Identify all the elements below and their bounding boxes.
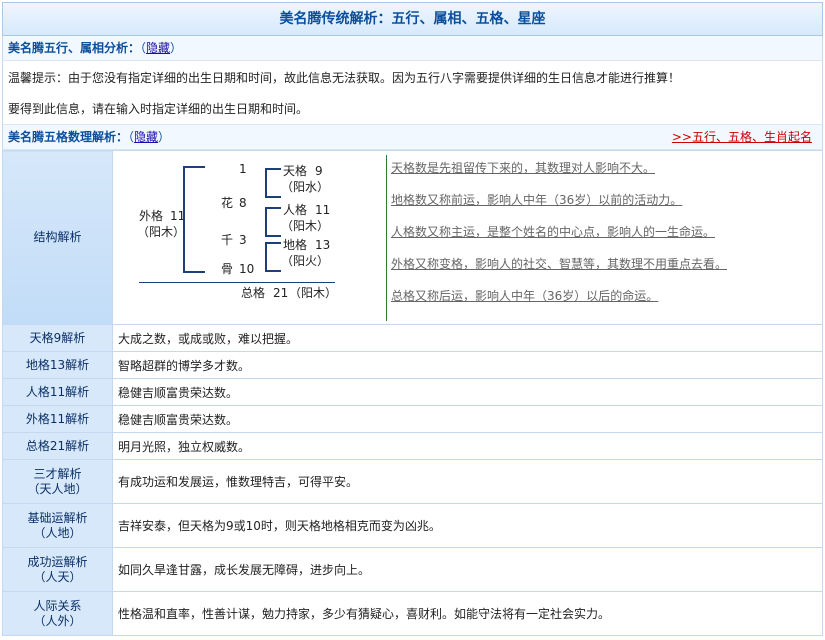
waige-bracket bbox=[183, 165, 185, 273]
tiange-name: 天格 bbox=[283, 163, 308, 178]
naming-link[interactable]: >>五行、五格、生肖起名 bbox=[672, 125, 812, 149]
renge-bracket-top bbox=[265, 206, 281, 209]
wuxing-tip-hint: 要得到此信息，请在输入时指定详细的出生日期和时间。 bbox=[2, 95, 823, 125]
zongge-name: 总格 bbox=[241, 285, 266, 300]
note-waige: 外格又称变格，影响人的社交、智慧等，其数理不用重点去看。 bbox=[391, 256, 728, 271]
wuxing-tip: 温馨提示：由于您没有指定详细的出生日期和时间，故此信息无法获取。因为五行八字需要… bbox=[2, 61, 823, 95]
table-row: 总格21解析 明月光照，独立权威数。 bbox=[2, 432, 823, 460]
row-label-main: 成功运解析 bbox=[27, 554, 88, 569]
waige-name: 外格 bbox=[139, 208, 164, 223]
zongge-element: （阳木） bbox=[289, 285, 338, 300]
char-1: 花 bbox=[221, 195, 234, 210]
table-row: 地格13解析 智略超群的博学多才数。 bbox=[2, 351, 823, 379]
row-label: 地格13解析 bbox=[2, 351, 113, 379]
row-label-sub: （人天） bbox=[33, 569, 82, 584]
tiange-bracket-top bbox=[265, 167, 281, 170]
row-value: 智略超群的博学多才数。 bbox=[112, 351, 823, 379]
tiange-number: 9 bbox=[315, 163, 323, 178]
row-label-main: 基础运解析 bbox=[27, 510, 88, 525]
structure-label: 结构解析 bbox=[2, 150, 113, 325]
row-label: 成功运解析 （人天） bbox=[2, 547, 113, 592]
table-row: 三才解析 （天人地） 有成功运和发展运，惟数理特吉，可得平安。 bbox=[2, 459, 823, 504]
row-value: 明月光照，独立权威数。 bbox=[112, 432, 823, 460]
row-value: 稳健吉顺富贵荣达数。 bbox=[112, 405, 823, 433]
table-row: 基础运解析 （人地） 吉祥安泰，但天格为9或10时，则天格地格相克而变为凶兆。 bbox=[2, 503, 823, 548]
tiange-element: （阳水） bbox=[281, 179, 330, 194]
note-tiange: 天格数是先祖留传下来的，其数理对人影响不大。 bbox=[391, 160, 656, 175]
row-label: 外格11解析 bbox=[2, 405, 113, 433]
paren-close: ） bbox=[170, 41, 183, 55]
dige-bracket-top bbox=[265, 241, 281, 244]
table-row: 成功运解析 （人天） 如同久旱逢甘露，成长发展无障碍，进步向上。 bbox=[2, 547, 823, 592]
wuge-diagram: 1 花 8 千 3 骨 10 外格 11 （阳木） 天格 9 （阳水） 人格 1… bbox=[113, 152, 822, 324]
row-value: 稳健吉顺富贵荣达数。 bbox=[112, 378, 823, 406]
structure-notes: 天格数是先祖留传下来的，其数理对人影响不大。 地格数又称前运，影响人中年（36岁… bbox=[386, 154, 816, 321]
row-label: 人格11解析 bbox=[2, 378, 113, 406]
waige-bracket-bottom bbox=[183, 270, 205, 273]
wuxing-section-title: 美名腾五行、属相分析： bbox=[8, 41, 141, 55]
structure-row: 结构解析 1 花 8 千 3 骨 10 外格 11 （阳木） 天格 9 （阳水） bbox=[2, 150, 823, 325]
page-title: 美名腾传统解析：五行、属相、五格、星座 bbox=[2, 2, 823, 36]
table-row: 人际关系 （人外） 性格温和直率，性善计谋，勉力持家，多少有猜疑心，喜财利。如能守… bbox=[2, 591, 823, 636]
wuge-table: 结构解析 1 花 8 千 3 骨 10 外格 11 （阳木） 天格 9 （阳水） bbox=[2, 150, 823, 636]
wuge-hide-link[interactable]: 隐藏 bbox=[134, 130, 158, 144]
note-dige: 地格数又称前运，影响人中年（36岁）以前的活动力。 bbox=[391, 192, 683, 207]
wuge-section-title: 美名腾五格数理解析： bbox=[8, 130, 129, 144]
char-2-number: 3 bbox=[239, 232, 247, 247]
dige-number: 13 bbox=[315, 237, 331, 252]
table-row: 外格11解析 稳健吉顺富贵荣达数。 bbox=[2, 405, 823, 433]
dige-element: （阳火） bbox=[281, 253, 330, 268]
table-row: 天格9解析 大成之数，或成或败，难以把握。 bbox=[2, 324, 823, 352]
waige-bracket-top bbox=[183, 165, 205, 168]
table-row: 人格11解析 稳健吉顺富贵荣达数。 bbox=[2, 378, 823, 406]
dige-bracket-bottom bbox=[265, 269, 281, 272]
renge-element: （阳木） bbox=[281, 218, 330, 233]
wuxing-hide-link[interactable]: 隐藏 bbox=[146, 41, 170, 55]
waige-element: （阳木） bbox=[137, 224, 186, 239]
zongge-number: 21 bbox=[273, 285, 289, 300]
row-label: 人际关系 （人外） bbox=[2, 591, 113, 636]
char-3: 骨 bbox=[221, 261, 234, 276]
wuxing-section-header: 美名腾五行、属相分析：（隐藏） bbox=[2, 36, 823, 61]
tiange-bracket bbox=[265, 167, 267, 198]
wuge-section-header: 美名腾五格数理解析：（隐藏） >>五行、五格、生肖起名 bbox=[2, 125, 823, 150]
structure-cell: 1 花 8 千 3 骨 10 外格 11 （阳木） 天格 9 （阳水） 人格 1… bbox=[112, 150, 823, 325]
note-zongge: 总格又称后运，影响人中年（36岁）以后的命运。 bbox=[391, 288, 659, 303]
row-label-sub: （天人地） bbox=[27, 481, 88, 496]
row-label: 天格9解析 bbox=[2, 324, 113, 352]
tiange-bracket-bottom bbox=[265, 195, 281, 198]
renge-name: 人格 bbox=[283, 202, 308, 217]
row-label-sub: （人外） bbox=[33, 613, 82, 628]
row-value: 如同久旱逢甘露，成长发展无障碍，进步向上。 bbox=[112, 547, 823, 592]
row-label-main: 三才解析 bbox=[33, 466, 82, 481]
dige-name: 地格 bbox=[283, 237, 308, 252]
dige-bracket bbox=[265, 241, 267, 272]
char-3-number: 10 bbox=[239, 261, 255, 276]
row-value: 吉祥安泰，但天格为9或10时，则天格地格相克而变为凶兆。 bbox=[112, 503, 823, 548]
row-label-main: 人际关系 bbox=[33, 598, 82, 613]
row-label: 三才解析 （天人地） bbox=[2, 459, 113, 504]
analysis-panel: 美名腾传统解析：五行、属相、五格、星座 美名腾五行、属相分析：（隐藏） 温馨提示… bbox=[2, 2, 823, 636]
renge-bracket bbox=[265, 206, 267, 237]
renge-bracket-bottom bbox=[265, 234, 281, 237]
row-label: 基础运解析 （人地） bbox=[2, 503, 113, 548]
note-renge: 人格数又称主运，是整个姓名的中心点，影响人的一生命运。 bbox=[391, 224, 716, 239]
top-number: 1 bbox=[239, 161, 247, 176]
zongge-line bbox=[139, 281, 335, 283]
row-value: 有成功运和发展运，惟数理特吉，可得平安。 bbox=[112, 459, 823, 504]
paren-close: ） bbox=[158, 130, 171, 144]
renge-number: 11 bbox=[315, 202, 331, 217]
char-1-number: 8 bbox=[239, 195, 247, 210]
row-label-sub: （人地） bbox=[33, 525, 82, 540]
row-value: 性格温和直率，性善计谋，勉力持家，多少有猜疑心，喜财利。如能守法将有一定社会实力… bbox=[112, 591, 823, 636]
char-2: 千 bbox=[221, 232, 234, 247]
row-label: 总格21解析 bbox=[2, 432, 113, 460]
row-value: 大成之数，或成或败，难以把握。 bbox=[112, 324, 823, 352]
